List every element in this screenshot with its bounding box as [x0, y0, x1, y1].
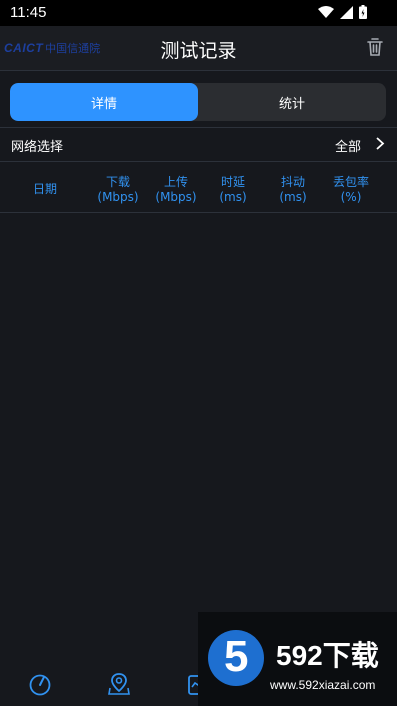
- battery-icon: [359, 5, 367, 19]
- column-download: 下载 (Mbps): [90, 175, 146, 205]
- app-header: CAICT 中国信通院 测试记录: [0, 26, 397, 71]
- watermark-logo-digit: 5: [224, 632, 249, 681]
- tab-bar: 详情 统计: [10, 83, 386, 121]
- speedometer-icon[interactable]: [28, 671, 52, 697]
- table-header: 日期 下载 (Mbps) 上传 (Mbps) 时延 (ms) 抖动 (ms) 丢…: [0, 170, 397, 213]
- column-jitter-unit: (ms): [279, 190, 307, 204]
- status-time: 11:45: [10, 4, 47, 21]
- network-select-row[interactable]: 网络选择 全部: [0, 127, 397, 162]
- column-latency-label: 时延: [220, 175, 245, 189]
- trash-icon[interactable]: [365, 37, 385, 57]
- page-title: 测试记录: [160, 40, 237, 62]
- map-pin-icon[interactable]: [107, 671, 131, 697]
- network-select-label: 网络选择: [11, 140, 64, 155]
- tab-details[interactable]: 详情: [10, 83, 198, 121]
- column-download-label: 下载: [105, 175, 130, 189]
- column-download-unit: (Mbps): [97, 190, 139, 204]
- column-packet-loss-label: 丢包率: [332, 175, 369, 189]
- column-jitter: 抖动 (ms): [270, 175, 316, 205]
- column-packet-loss: 丢包率 (%): [326, 175, 376, 205]
- column-upload-label: 上传: [163, 175, 188, 189]
- column-latency: 时延 (ms): [210, 175, 256, 205]
- column-latency-unit: (ms): [219, 190, 247, 204]
- watermark: 5 592下载 www.592xiazai.com: [198, 612, 397, 706]
- column-upload: 上传 (Mbps): [148, 175, 204, 205]
- signal-icon: [340, 5, 353, 19]
- watermark-site: www.592xiazai.com: [270, 678, 376, 692]
- column-packet-loss-unit: (%): [340, 190, 362, 204]
- status-bar: 11:45: [0, 0, 397, 26]
- column-date: 日期: [24, 182, 66, 197]
- chevron-right-icon: [376, 137, 385, 150]
- tab-statistics[interactable]: 统计: [198, 83, 386, 121]
- wifi-icon: [318, 5, 334, 18]
- column-date-label: 日期: [32, 182, 57, 196]
- network-select-value: 全部: [334, 140, 361, 155]
- column-upload-unit: (Mbps): [155, 190, 197, 204]
- column-jitter-label: 抖动: [280, 175, 305, 189]
- watermark-brand: 592下载: [276, 640, 379, 671]
